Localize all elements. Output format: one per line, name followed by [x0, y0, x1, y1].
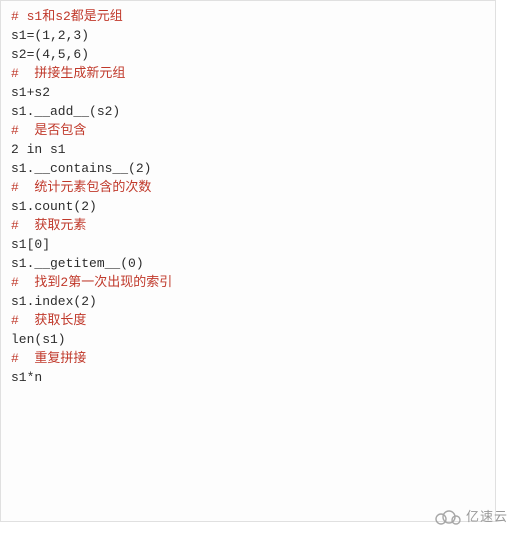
comment-line: # s1和s2都是元组 [11, 7, 485, 26]
watermark: 亿速云 [434, 507, 508, 526]
comment-line: # 获取长度 [11, 311, 485, 330]
code-line: s1[0] [11, 235, 485, 254]
code-line: s1*n [11, 368, 485, 387]
comment-line: # 是否包含 [11, 121, 485, 140]
comment-line: # 获取元素 [11, 216, 485, 235]
code-line: s1.index(2) [11, 292, 485, 311]
comment-line: # 拼接生成新元组 [11, 64, 485, 83]
code-line: s1.__add__(s2) [11, 102, 485, 121]
cloud-icon [434, 508, 462, 526]
code-line: len(s1) [11, 330, 485, 349]
code-line: 2 in s1 [11, 140, 485, 159]
code-line: s1.__contains__(2) [11, 159, 485, 178]
code-line: s1+s2 [11, 83, 485, 102]
watermark-text: 亿速云 [466, 507, 508, 526]
code-line: s1=(1,2,3) [11, 26, 485, 45]
code-line: s1.__getitem__(0) [11, 254, 485, 273]
code-line: s2=(4,5,6) [11, 45, 485, 64]
comment-line: # 重复拼接 [11, 349, 485, 368]
comment-line: # 统计元素包含的次数 [11, 178, 485, 197]
code-block: # s1和s2都是元组s1=(1,2,3)s2=(4,5,6)# 拼接生成新元组… [0, 0, 496, 522]
comment-line: # 找到2第一次出现的索引 [11, 273, 485, 292]
code-line: s1.count(2) [11, 197, 485, 216]
